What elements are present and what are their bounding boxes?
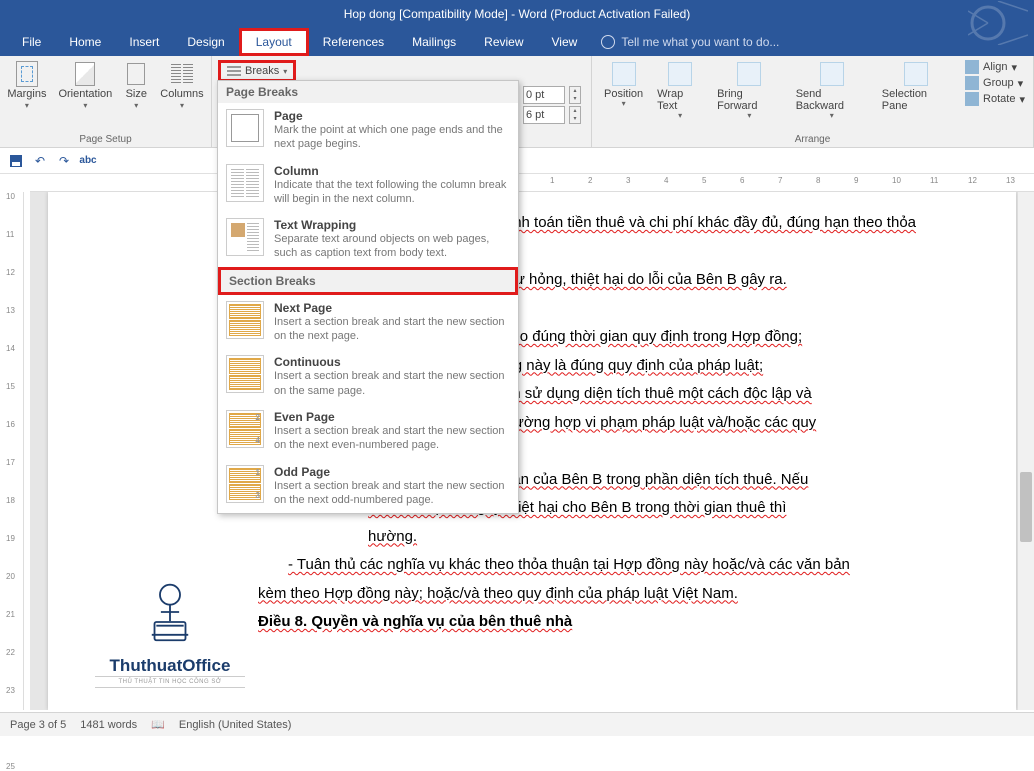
group-page-setup: Margins▾ Orientation▾ Size▾ Columns▾ Pag… (0, 56, 212, 147)
orientation-button[interactable]: Orientation▾ (54, 60, 116, 113)
word-count[interactable]: 1481 words (80, 719, 137, 731)
bring-forward-button[interactable]: Bring Forward▾ (713, 60, 786, 123)
breaks-icon (227, 66, 241, 76)
margins-button[interactable]: Margins▾ (3, 60, 50, 113)
scroll-thumb[interactable] (1020, 472, 1032, 542)
brand-swoosh (968, 1, 1028, 45)
menu-bar: File Home Insert Design Layout Reference… (0, 28, 1034, 56)
spacing-after-input[interactable]: 6 pt (523, 106, 565, 124)
tab-insert[interactable]: Insert (115, 28, 173, 56)
save-icon[interactable] (8, 153, 24, 169)
tab-layout[interactable]: Layout (239, 28, 309, 56)
proofing-icon[interactable]: 📖 (151, 718, 165, 731)
title-bar: Hop dong [Compatibility Mode] - Word (Pr… (0, 0, 1034, 28)
group-label: Page Setup (0, 134, 211, 145)
position-button[interactable]: Position▾ (600, 60, 647, 123)
break-odd-page[interactable]: Odd PageInsert a section break and start… (218, 459, 518, 514)
send-backward-button[interactable]: Send Backward▾ (792, 60, 872, 123)
breaks-button[interactable]: Breaks▾ (218, 60, 296, 82)
break-next-page[interactable]: Next PageInsert a section break and star… (218, 295, 518, 350)
group-label: Arrange (592, 134, 1033, 145)
even-page-icon (226, 410, 264, 448)
size-button[interactable]: Size▾ (120, 60, 152, 113)
section-breaks-header: Section Breaks (218, 267, 518, 295)
odd-page-icon (226, 465, 264, 503)
tell-me[interactable]: Tell me what you want to do... (601, 35, 779, 49)
undo-icon[interactable]: ↶ (32, 153, 48, 169)
status-bar: Page 3 of 5 1481 words 📖 English (United… (0, 712, 1034, 736)
group-icon (965, 76, 979, 90)
vertical-scrollbar[interactable] (1018, 192, 1034, 710)
vertical-ruler[interactable]: 10111213141516171819202122232425 (0, 192, 24, 710)
rotate-icon (965, 92, 979, 106)
break-continuous[interactable]: ContinuousInsert a section break and sta… (218, 349, 518, 404)
break-text-wrapping[interactable]: Text WrappingSeparate text around object… (218, 212, 518, 267)
rotate-button[interactable]: Rotate ▾ (965, 92, 1025, 106)
break-page[interactable]: PageMark the point at which one page end… (218, 103, 518, 158)
tab-references[interactable]: References (309, 28, 398, 56)
page-break-icon (226, 109, 264, 147)
watermark-logo: ThuthuatOffice THỦ THUẬT TIN HỌC CÔNG SỞ (95, 571, 245, 688)
tab-home[interactable]: Home (55, 28, 115, 56)
page-indicator[interactable]: Page 3 of 5 (10, 719, 66, 731)
spinner[interactable]: ▴▾ (569, 106, 581, 124)
page-breaks-header: Page Breaks (218, 81, 518, 103)
tab-mailings[interactable]: Mailings (398, 28, 470, 56)
break-column[interactable]: ColumnIndicate that the text following t… (218, 158, 518, 213)
spelling-icon[interactable]: abc (80, 153, 96, 169)
group-button[interactable]: Group ▾ (965, 76, 1025, 90)
columns-button[interactable]: Columns▾ (156, 60, 207, 113)
group-arrange: Position▾ Wrap Text▾ Bring Forward▾ Send… (592, 56, 1034, 147)
continuous-icon (226, 355, 264, 393)
bulb-icon (601, 35, 615, 49)
text-wrap-icon (226, 218, 264, 256)
tab-design[interactable]: Design (173, 28, 238, 56)
tab-review[interactable]: Review (470, 28, 537, 56)
align-icon (965, 60, 979, 74)
column-break-icon (226, 164, 264, 202)
break-even-page[interactable]: Even PageInsert a section break and star… (218, 404, 518, 459)
spacing-before-input[interactable]: 0 pt (523, 86, 565, 104)
tab-view[interactable]: View (538, 28, 592, 56)
window-title: Hop dong [Compatibility Mode] - Word (Pr… (344, 7, 691, 21)
language-indicator[interactable]: English (United States) (179, 719, 292, 731)
breaks-dropdown: Page Breaks PageMark the point at which … (217, 80, 519, 514)
wrap-text-button[interactable]: Wrap Text▾ (653, 60, 707, 123)
next-page-icon (226, 301, 264, 339)
redo-icon[interactable]: ↷ (56, 153, 72, 169)
horizontal-ruler[interactable]: 1234567891011121314151617181920 (30, 174, 1034, 192)
align-button[interactable]: Align ▾ (965, 60, 1025, 74)
tab-file[interactable]: File (8, 28, 55, 56)
selection-pane-button[interactable]: Selection Pane (878, 60, 955, 123)
spinner[interactable]: ▴▾ (569, 86, 581, 104)
